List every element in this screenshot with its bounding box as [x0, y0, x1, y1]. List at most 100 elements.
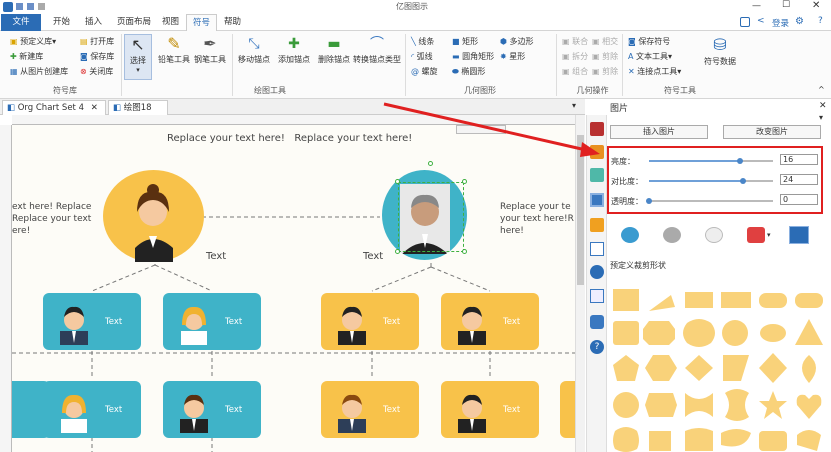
help-icon[interactable]: ? [818, 16, 823, 26]
symbol-data-button[interactable]: ⛁ 符号数据 [700, 34, 740, 67]
transparency-track[interactable] [649, 200, 773, 202]
left-text-block[interactable]: ext here! Replace Replace your text ere! [12, 201, 91, 237]
arc-button[interactable]: ◜ 弧线 [411, 51, 433, 62]
minimize-button[interactable]: — [752, 1, 761, 11]
effect-dropdown-icon[interactable]: ▾ [767, 231, 771, 239]
new-lib-button[interactable]: ✚ 新建库 [10, 51, 43, 62]
line-button[interactable]: ╲ 线条 [411, 36, 434, 47]
header-text[interactable]: Replace your text here! Replace your tex… [167, 133, 412, 145]
panel-pin-icon[interactable]: ▾ [819, 113, 823, 122]
format-painter-icon[interactable] [590, 122, 604, 136]
tab-file[interactable]: 文件 [1, 14, 41, 31]
tab-view[interactable]: 视图 [156, 14, 185, 31]
share-link-icon[interactable]: < [757, 16, 765, 26]
shadow-icon[interactable] [590, 168, 604, 182]
org-card[interactable]: Text [321, 381, 419, 438]
subtract-button[interactable]: ▣ 剪除 [592, 51, 618, 62]
pen-tool-button[interactable]: ✒ 钢笔工具 [192, 34, 228, 65]
layers-icon[interactable] [590, 218, 604, 232]
settings-icon[interactable]: ⚙ [795, 16, 804, 27]
org-card[interactable]: Text [43, 293, 141, 350]
rounded-rect-button[interactable]: ▬ 圆角矩形 [452, 51, 494, 62]
resize-handle[interactable] [462, 249, 467, 254]
brightness-thumb[interactable] [736, 158, 743, 164]
picture-icon[interactable] [590, 193, 604, 207]
panel-close-icon[interactable]: ✕ [819, 101, 827, 111]
brightness-input[interactable]: 16 [780, 154, 818, 165]
avatar-circle-left[interactable] [103, 170, 204, 262]
vertical-scrollbar[interactable] [575, 115, 585, 452]
collapse-ribbon-icon[interactable]: ^ [818, 85, 825, 94]
tab-insert[interactable]: 插入 [79, 14, 108, 31]
doc-tab-org-chart[interactable]: ◧ Org Chart Set 4 ✕ [2, 100, 106, 115]
doc-tab-drawing18[interactable]: ◧ 绘图18 ✕ [108, 100, 168, 127]
predefined-lib-button[interactable]: ▣ 预定义库▾ [10, 36, 56, 47]
org-card[interactable]: Text [163, 381, 261, 438]
spiral-button[interactable]: @ 螺旋 [411, 66, 438, 77]
effect-grayscale-icon[interactable] [663, 227, 681, 243]
rotate-handle[interactable] [428, 161, 433, 166]
delete-anchor-button[interactable]: ▬ 删除锚点 [314, 34, 354, 65]
select-tool-button[interactable]: ↖ 选择 ▾ [124, 34, 152, 80]
help-circle-icon[interactable]: ? [590, 340, 604, 354]
union-button[interactable]: ▣ 联合 [562, 36, 588, 47]
maximize-button[interactable]: ☐ [782, 0, 790, 10]
fill-icon[interactable] [590, 145, 604, 159]
tab-help[interactable]: 帮助 [218, 14, 247, 31]
tab-home[interactable]: 开始 [47, 14, 76, 31]
floating-toolbar[interactable] [456, 125, 506, 134]
login-link[interactable]: 登录 [772, 17, 789, 29]
contrast-input[interactable]: 24 [780, 174, 818, 185]
org-card[interactable]: Text [43, 381, 141, 438]
org-card[interactable]: Text [441, 293, 539, 350]
tab-scroll-icon[interactable]: ▾ [572, 101, 576, 110]
star-button[interactable]: ✸ 星形 [500, 51, 525, 62]
left-avatar-label[interactable]: Text [206, 251, 226, 263]
resize-handle[interactable] [395, 249, 400, 254]
change-picture-button[interactable]: 改变图片 [723, 125, 821, 139]
move-anchor-button[interactable]: ⤡ 移动锚点 [234, 34, 274, 65]
resize-handle[interactable] [395, 179, 400, 184]
page-icon[interactable] [590, 242, 604, 256]
ellipse-button[interactable]: ⬬ 椭圆形 [452, 66, 485, 77]
save-symbol-button[interactable]: ◙ 保存符号 [628, 36, 670, 47]
close-tab-icon[interactable]: ✕ [91, 103, 98, 113]
split-button[interactable]: ▣ 拆分 [562, 51, 588, 62]
comment-icon[interactable] [590, 315, 604, 329]
right-avatar-label[interactable]: Text [363, 251, 383, 263]
close-lib-button[interactable]: ⊗ 关闭库 [80, 66, 113, 77]
tab-page-layout[interactable]: 页面布局 [111, 14, 157, 31]
combine-button[interactable]: ▣ 组合 [562, 66, 588, 77]
org-card[interactable]: Text [163, 293, 261, 350]
add-anchor-button[interactable]: ✚ 添加锚点 [274, 34, 314, 65]
open-lib-button[interactable]: ▤ 打开库 [80, 36, 114, 47]
org-card[interactable]: Text [441, 381, 539, 438]
scroll-thumb[interactable] [577, 135, 584, 285]
transparency-input[interactable]: 0 [780, 194, 818, 205]
text-tool-button[interactable]: A 文本工具▾ [628, 51, 672, 62]
connection-point-button[interactable]: ✕ 连接点工具▾ [628, 66, 681, 77]
org-card[interactable]: Text [321, 293, 419, 350]
pencil-tool-button[interactable]: ✎ 铅笔工具 [156, 34, 192, 65]
insert-picture-button[interactable]: 插入图片 [610, 125, 708, 139]
effect-globe-icon[interactable] [621, 227, 639, 243]
subtract2-button[interactable]: ▣ 剪除 [592, 66, 618, 77]
create-lib-from-image-button[interactable]: ▦ 从图片创建库 [10, 66, 68, 77]
tab-symbol[interactable]: 符号 [186, 14, 218, 31]
intersect-button[interactable]: ▣ 相交 [592, 36, 618, 47]
drawing-canvas[interactable]: Replace your text here! Replace your tex… [12, 125, 575, 452]
right-text-block[interactable]: Replace your te your text here!R here! [500, 201, 574, 237]
org-card[interactable] [560, 381, 575, 438]
polygon-button[interactable]: ⬢ 多边形 [500, 36, 534, 47]
save-lib-button[interactable]: ◙ 保存库 [80, 51, 114, 62]
effect-recolor-icon[interactable] [747, 227, 765, 243]
document-icon[interactable] [590, 289, 604, 303]
selection-box[interactable] [398, 182, 464, 252]
resize-handle[interactable] [462, 179, 467, 184]
effect-crop-icon[interactable] [789, 226, 809, 244]
close-button[interactable]: ✕ [812, 0, 820, 11]
rectangle-button[interactable]: ■ 矩形 [452, 36, 478, 47]
convert-anchor-button[interactable]: ⌒ 转换锚点类型 [352, 34, 402, 65]
quick-access-toolbar[interactable] [16, 3, 66, 11]
transparency-thumb[interactable] [646, 198, 652, 204]
